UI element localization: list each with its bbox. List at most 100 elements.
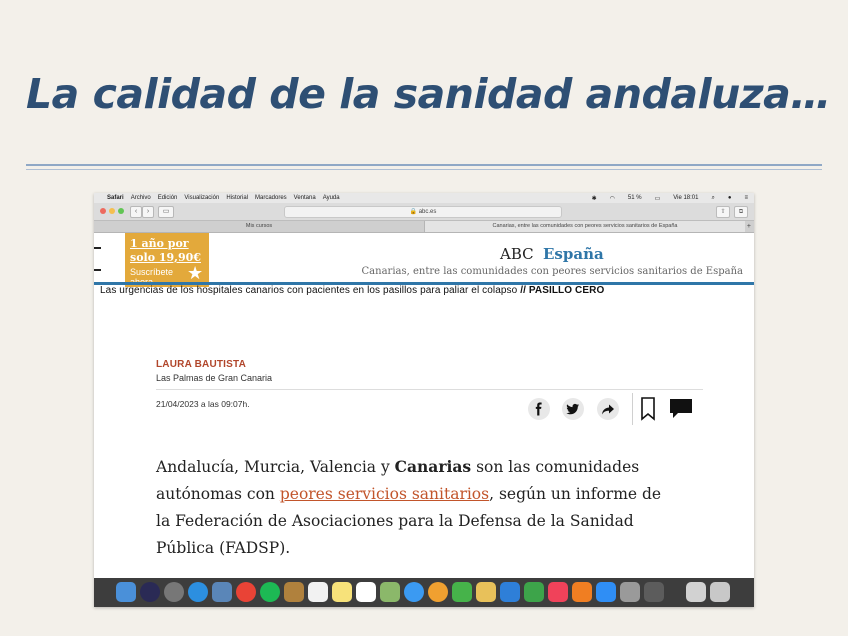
body-text-segment: , según un informe de bbox=[489, 485, 662, 503]
menu-archivo[interactable]: Archivo bbox=[131, 195, 151, 201]
header-subtitle: Canarias, entre las comunidades con peor… bbox=[361, 266, 743, 277]
share-button[interactable] bbox=[597, 398, 619, 420]
comment-icon bbox=[670, 399, 692, 418]
facetime-icon[interactable] bbox=[452, 582, 472, 602]
close-window-button[interactable] bbox=[100, 208, 106, 214]
body-line-1: Andalucía, Murcia, Valencia y Canarias s… bbox=[156, 453, 716, 481]
title-divider bbox=[26, 164, 822, 166]
tabs-overview-icon[interactable]: ⧉ bbox=[734, 206, 748, 218]
body-text-segment: son las comunidades bbox=[471, 458, 640, 476]
facebook-share-button[interactable] bbox=[528, 398, 550, 420]
tab-bar: Mis cursos Canarias, entre las comunidad… bbox=[94, 221, 754, 233]
body-text-segment: Andalucía, Murcia, Valencia y bbox=[156, 458, 395, 476]
menu-marcadores[interactable]: Marcadores bbox=[255, 195, 287, 201]
menu-visualizacion[interactable]: Visualización bbox=[184, 195, 219, 201]
wifi-icon[interactable]: ◠ bbox=[610, 195, 615, 202]
contacts-icon[interactable] bbox=[284, 582, 304, 602]
spotify-icon[interactable] bbox=[260, 582, 280, 602]
menu-ayuda[interactable]: Ayuda bbox=[323, 195, 340, 201]
app-store-icon[interactable] bbox=[596, 582, 616, 602]
user-icon[interactable]: ● bbox=[728, 195, 732, 202]
zoom-window-button[interactable] bbox=[118, 208, 124, 214]
forward-button[interactable]: › bbox=[142, 206, 154, 218]
calendar-icon[interactable] bbox=[308, 582, 328, 602]
search-icon[interactable]: ⌕ bbox=[711, 195, 714, 202]
pages-icon[interactable] bbox=[476, 582, 496, 602]
body-link-peores-servicios[interactable]: peores servicios sanitarios bbox=[280, 485, 489, 503]
body-line-4: Pública (FADSP). bbox=[156, 539, 291, 557]
hamburger-menu-icon-2[interactable] bbox=[94, 269, 101, 271]
news-ticker[interactable]: Las urgencias de los hospitales canarios… bbox=[100, 285, 604, 296]
utility-icon[interactable] bbox=[644, 582, 664, 602]
slide-title: La calidad de la sanidad andaluza… bbox=[26, 70, 831, 118]
hamburger-menu-icon[interactable] bbox=[94, 247, 101, 249]
music-icon[interactable] bbox=[548, 582, 568, 602]
body-bold-canarias: Canarias bbox=[394, 457, 472, 476]
mac-menubar: Safari Archivo Edición Visualización His… bbox=[94, 193, 754, 203]
promo-line-1: 1 año por bbox=[130, 237, 189, 250]
byline-divider bbox=[156, 389, 703, 390]
share-toolbar-icon[interactable]: ⇧ bbox=[716, 206, 730, 218]
numbers-icon[interactable] bbox=[524, 582, 544, 602]
body-line-2: autónomas con peores servicios sanitario… bbox=[156, 481, 716, 508]
maps-icon[interactable] bbox=[380, 582, 400, 602]
books-icon[interactable] bbox=[572, 582, 592, 602]
ticker-tag: // PASILLO CERO bbox=[520, 285, 605, 296]
ticker-text: Las urgencias de los hospitales canarios… bbox=[100, 285, 518, 296]
share-arrow-icon bbox=[602, 404, 614, 415]
system-preferences-icon[interactable] bbox=[620, 582, 640, 602]
keynote-icon[interactable] bbox=[500, 582, 520, 602]
mac-dock bbox=[94, 578, 754, 607]
article-date: 21/04/2023 a las 09:07h. bbox=[156, 399, 250, 409]
new-tab-icon[interactable]: + bbox=[747, 221, 751, 232]
body-line-3: la Federación de Asociaciones para la De… bbox=[156, 512, 634, 530]
messages-icon[interactable] bbox=[404, 582, 424, 602]
tab-mis-cursos[interactable]: Mis cursos bbox=[94, 221, 424, 232]
menubar-clock[interactable]: Vie 18:01 bbox=[673, 195, 698, 202]
siri-icon[interactable] bbox=[140, 582, 160, 602]
menu-ventana[interactable]: Ventana bbox=[294, 195, 316, 201]
safari-icon[interactable] bbox=[188, 582, 208, 602]
article-body: Andalucía, Murcia, Valencia y Canarias s… bbox=[156, 453, 716, 562]
title-divider-secondary bbox=[26, 169, 822, 170]
bookmark-icon bbox=[641, 397, 655, 421]
tab-abc-article[interactable]: Canarias, entre las comunidades con peor… bbox=[424, 221, 745, 232]
bookmark-button[interactable] bbox=[640, 397, 656, 426]
body-text-segment: autónomas con bbox=[156, 485, 280, 503]
battery-percent[interactable]: 51 % bbox=[628, 195, 642, 202]
photos-icon[interactable] bbox=[428, 582, 448, 602]
finder-icon[interactable] bbox=[116, 582, 136, 602]
browser-toolbar: ‹ › ▭ ≡ 🔒 abc.es ⇧ ⧉ bbox=[94, 203, 754, 221]
menu-historial[interactable]: Historial bbox=[226, 195, 248, 201]
browser-screenshot: Safari Archivo Edición Visualización His… bbox=[94, 193, 754, 607]
minimize-window-button[interactable] bbox=[109, 208, 115, 214]
article-location: Las Palmas de Gran Canaria bbox=[156, 373, 273, 383]
address-bar-url: abc.es bbox=[418, 209, 437, 215]
trash-icon[interactable] bbox=[710, 582, 730, 602]
acrobat-document-icon[interactable] bbox=[686, 582, 706, 602]
sidebar-icon[interactable]: ▭ bbox=[158, 206, 174, 218]
menu-list-icon[interactable]: ≡ bbox=[744, 195, 748, 202]
brand-logo[interactable]: ABC bbox=[500, 245, 534, 263]
menu-safari[interactable]: Safari bbox=[107, 195, 124, 201]
subscription-promo[interactable]: 1 año por solo 19,90€ Suscríbete ahora ★ bbox=[125, 233, 209, 287]
section-name[interactable]: España bbox=[543, 245, 604, 263]
article-author[interactable]: LAURA BAUTISTA bbox=[156, 359, 246, 370]
bluetooth-icon[interactable]: ✱ bbox=[592, 195, 597, 202]
facebook-icon bbox=[535, 402, 542, 416]
address-bar[interactable]: 🔒 abc.es bbox=[284, 206, 562, 218]
menu-edicion[interactable]: Edición bbox=[158, 195, 178, 201]
battery-icon[interactable]: ▭ bbox=[655, 195, 661, 202]
twitter-icon bbox=[566, 403, 579, 415]
launchpad-icon[interactable] bbox=[164, 582, 184, 602]
chrome-icon[interactable] bbox=[236, 582, 256, 602]
twitter-share-button[interactable] bbox=[562, 398, 584, 420]
promo-cta-line-1: Suscríbete bbox=[130, 267, 174, 277]
reminders-icon[interactable] bbox=[356, 582, 376, 602]
comments-button[interactable] bbox=[668, 397, 694, 426]
notes-icon[interactable] bbox=[332, 582, 352, 602]
preview-icon[interactable] bbox=[212, 582, 232, 602]
back-button[interactable]: ‹ bbox=[130, 206, 142, 218]
star-icon: ★ bbox=[187, 263, 204, 283]
share-divider bbox=[632, 393, 633, 425]
